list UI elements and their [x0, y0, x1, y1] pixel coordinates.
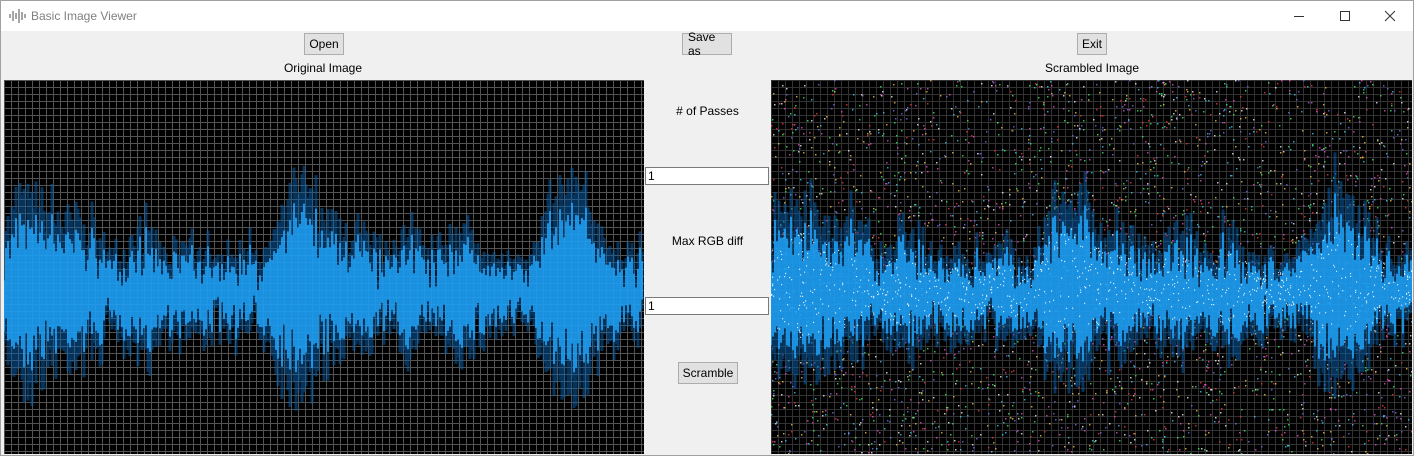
waveform-icon — [9, 9, 26, 23]
minimize-button[interactable] — [1276, 1, 1322, 31]
max-rgb-diff-label: Max RGB diff — [671, 234, 744, 248]
scramble-button[interactable]: Scramble — [678, 362, 738, 384]
close-button[interactable] — [1367, 1, 1413, 31]
passes-label: # of Passes — [676, 104, 739, 118]
maximize-button[interactable] — [1322, 1, 1368, 31]
save-as-button[interactable]: Save as — [682, 30, 732, 58]
passes-input[interactable] — [645, 167, 769, 185]
scrambled-image-caption: Scrambled Image — [1044, 61, 1140, 75]
original-image — [4, 80, 644, 454]
minimize-icon — [1294, 16, 1304, 17]
original-image-caption: Original Image — [283, 61, 363, 75]
exit-button[interactable]: Exit — [1077, 33, 1107, 55]
max-rgb-diff-input[interactable] — [645, 297, 769, 315]
scrambled-image — [771, 80, 1412, 454]
window-title: Basic Image Viewer — [31, 9, 137, 23]
close-icon — [1384, 10, 1396, 22]
maximize-icon — [1340, 11, 1350, 21]
open-button[interactable]: Open — [304, 33, 344, 55]
app-window: Basic Image Viewer Open Save as Exit Ori… — [0, 0, 1414, 456]
title-bar[interactable]: Basic Image Viewer — [1, 1, 1413, 31]
